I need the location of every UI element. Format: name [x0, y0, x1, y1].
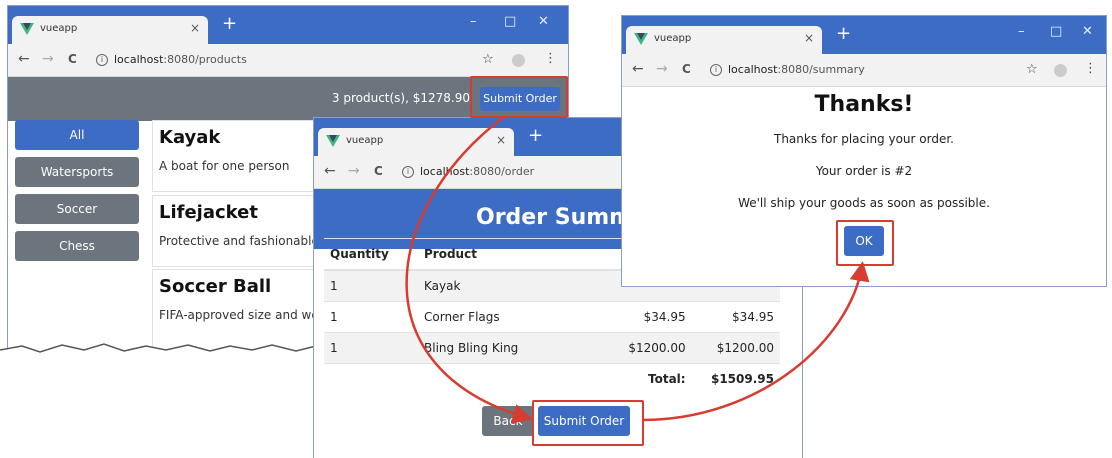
thanks-heading: Thanks!	[814, 92, 914, 117]
category-chess-button[interactable]: Chess	[15, 231, 139, 261]
reload-icon[interactable]: C	[682, 62, 691, 76]
profile-avatar-icon[interactable]	[512, 54, 525, 67]
info-icon: i	[710, 64, 722, 76]
column-header: Quantity	[324, 238, 418, 271]
url-path: :8080/order	[469, 165, 535, 178]
cart-summary: 3 product(s), $1278.90	[331, 91, 470, 105]
browser-tab[interactable]: vueapp ×	[318, 128, 514, 156]
browser-tab[interactable]: vueapp ×	[12, 16, 208, 44]
product-description: Protective and fashionable	[159, 234, 319, 248]
forward-icon[interactable]: →	[42, 51, 54, 67]
tab-title: vueapp	[346, 135, 384, 146]
close-tab-icon[interactable]: ×	[190, 21, 200, 35]
bookmark-star-icon[interactable]: ☆	[1026, 62, 1038, 77]
table-row: 1 Bling Bling King $1200.00 $1200.00	[324, 332, 780, 364]
quantity-cell: 1	[324, 269, 418, 302]
back-button[interactable]: Back	[482, 406, 534, 436]
total-value: $1509.95	[691, 363, 780, 394]
total-row: Total: $1509.95	[324, 363, 780, 394]
forward-icon[interactable]: →	[348, 163, 360, 179]
product-cell: Kayak	[418, 269, 610, 302]
menu-icon[interactable]: ⋮	[1084, 61, 1097, 76]
category-all-button[interactable]: All	[15, 120, 139, 150]
thanks-message: Thanks for placing your order.	[773, 132, 954, 146]
profile-avatar-icon[interactable]	[1054, 64, 1067, 77]
new-tab-icon[interactable]: +	[528, 127, 543, 145]
menu-icon[interactable]: ⋮	[544, 51, 557, 66]
product-description: FIFA-approved size and we	[159, 308, 319, 322]
highlight-box	[470, 76, 568, 118]
total-label: Total:	[610, 363, 692, 394]
category-watersports-button[interactable]: Watersports	[15, 157, 139, 187]
product-name: Lifejacket	[159, 202, 258, 223]
info-icon: i	[96, 54, 108, 66]
category-soccer-button[interactable]: Soccer	[15, 194, 139, 224]
tab-title: vueapp	[40, 23, 78, 34]
subtotal-cell: $34.95	[691, 301, 780, 333]
browser-tab[interactable]: vueapp ×	[626, 26, 822, 54]
product-name: Kayak	[159, 127, 221, 148]
torn-edge	[0, 343, 330, 376]
close-tab-icon[interactable]: ×	[496, 133, 506, 147]
address-bar: ← → C i localhost:8080/products ☆ ⋮	[8, 44, 568, 77]
table-row: 1 Corner Flags $34.95 $34.95	[324, 301, 780, 333]
reload-icon[interactable]: C	[68, 52, 77, 66]
close-tab-icon[interactable]: ×	[804, 31, 814, 45]
bookmark-star-icon[interactable]: ☆	[482, 52, 494, 67]
back-icon[interactable]: ←	[324, 163, 336, 179]
forward-icon[interactable]: →	[656, 61, 668, 77]
shipping-message: We'll ship your goods as soon as possibl…	[738, 196, 990, 210]
order-number: Your order is #2	[815, 164, 913, 178]
back-icon[interactable]: ←	[632, 61, 644, 77]
vue-logo-icon	[20, 23, 34, 35]
highlight-box	[532, 400, 644, 446]
product-description: A boat for one person	[159, 159, 290, 173]
new-tab-icon[interactable]: +	[836, 25, 851, 43]
new-tab-icon[interactable]: +	[222, 15, 237, 33]
highlight-box	[836, 220, 894, 266]
product-cell: Corner Flags	[418, 301, 610, 333]
info-icon: i	[402, 166, 414, 178]
url-field[interactable]: i localhost:8080/products	[96, 53, 247, 66]
tab-title: vueapp	[654, 33, 692, 44]
url-path: :8080/products	[163, 53, 247, 66]
url-field[interactable]: i localhost:8080/summary	[710, 63, 865, 76]
column-header: Product	[418, 238, 610, 271]
reload-icon[interactable]: C	[374, 164, 383, 178]
url-field[interactable]: i localhost:8080/order	[402, 165, 534, 178]
subtotal-cell: $1200.00	[691, 332, 780, 364]
close-window-icon[interactable]: ✕	[538, 14, 549, 29]
quantity-cell: 1	[324, 332, 418, 364]
back-icon[interactable]: ←	[18, 51, 30, 67]
close-window-icon[interactable]: ✕	[1082, 24, 1093, 39]
vue-logo-icon	[326, 135, 340, 147]
url-host: localhost	[114, 53, 164, 66]
vue-logo-icon	[634, 33, 648, 45]
maximize-icon[interactable]: □	[1050, 24, 1062, 39]
minimize-icon[interactable]: –	[1018, 24, 1025, 39]
maximize-icon[interactable]: □	[504, 14, 516, 29]
price-cell: $34.95	[610, 301, 692, 333]
quantity-cell: 1	[324, 301, 418, 333]
address-bar: ← → C i localhost:8080/summary ☆ ⋮	[622, 54, 1106, 87]
price-cell: $1200.00	[610, 332, 692, 364]
product-name: Soccer Ball	[159, 276, 272, 297]
minimize-icon[interactable]: –	[470, 14, 477, 29]
product-cell: Bling Bling King	[418, 332, 610, 364]
url-host: localhost	[728, 63, 778, 76]
url-path: :8080/summary	[777, 63, 865, 76]
url-host: localhost	[420, 165, 470, 178]
